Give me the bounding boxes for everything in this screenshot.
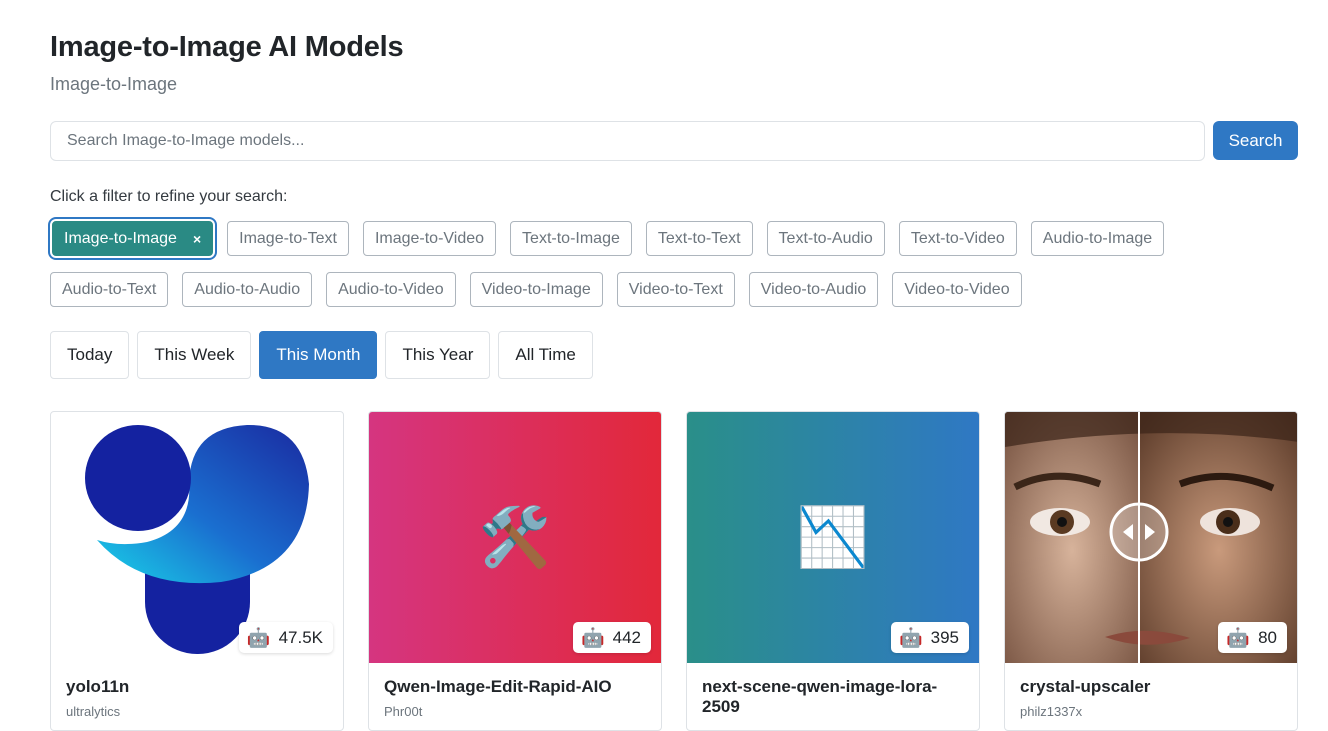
search-button[interactable]: Search xyxy=(1213,121,1298,160)
filter-chip-label: Image-to-Image xyxy=(64,229,177,247)
filter-chip[interactable]: Audio-to-Image xyxy=(1030,221,1165,256)
usage-count: 80 xyxy=(1258,627,1277,647)
filter-chip[interactable]: Text-to-Video xyxy=(898,221,1017,256)
time-filter-group: Today This Week This Month This Year All… xyxy=(50,331,593,379)
time-filter-this-month[interactable]: This Month xyxy=(259,331,378,379)
filter-chip[interactable]: Text-to-Image xyxy=(510,221,632,256)
filter-chip[interactable]: Video-to-Text xyxy=(616,272,735,307)
filter-chip[interactable]: Video-to-Video xyxy=(892,272,1022,307)
page-subtitle: Image-to-Image xyxy=(50,74,178,94)
model-card[interactable]: 📉 🤖 395 next-scene-qwen-image-lora-2509 xyxy=(686,411,980,731)
filter-row-2: Audio-to-Text Audio-to-Audio Audio-to-Vi… xyxy=(50,272,1022,307)
time-filter-all-time[interactable]: All Time xyxy=(498,331,593,379)
time-filter-this-week[interactable]: This Week xyxy=(137,331,252,379)
model-title[interactable]: crystal-upscaler xyxy=(1020,677,1282,697)
usage-count: 395 xyxy=(930,627,959,647)
model-thumbnail: 📉 🤖 395 xyxy=(687,412,979,663)
model-thumbnail: 🤖 47.5K xyxy=(51,412,343,663)
model-card[interactable]: 🤖 47.5K yolo11n ultralytics xyxy=(50,411,344,731)
filter-chip[interactable]: Text-to-Audio xyxy=(766,221,885,256)
filter-row-1: Image-to-Image × Image-to-Text Image-to-… xyxy=(50,221,1165,256)
model-card[interactable]: 🛠️ 🤖 442 Qwen-Image-Edit-Rapid-AIO Phr00… xyxy=(368,411,662,731)
usage-badge: 🤖 80 xyxy=(1218,622,1287,653)
filter-chip[interactable]: Image-to-Text xyxy=(227,221,349,256)
filter-chip[interactable]: Image-to-Video xyxy=(362,221,497,256)
model-title[interactable]: next-scene-qwen-image-lora-2509 xyxy=(702,677,964,717)
filter-chip[interactable]: Audio-to-Audio xyxy=(182,272,313,307)
model-title[interactable]: yolo11n xyxy=(66,677,328,697)
model-thumbnail: 🤖 80 xyxy=(1005,412,1297,663)
search-input[interactable] xyxy=(50,121,1205,161)
model-card-grid: 🤖 47.5K yolo11n ultralytics 🛠️ 🤖 442 Qwe… xyxy=(50,411,1298,731)
model-author[interactable]: ultralytics xyxy=(66,704,120,719)
usage-badge: 🤖 47.5K xyxy=(238,622,333,653)
model-thumbnail: 🛠️ 🤖 442 xyxy=(369,412,661,663)
usage-count: 442 xyxy=(612,627,641,647)
robot-icon: 🤖 xyxy=(898,627,923,649)
page-title: Image-to-Image AI Models xyxy=(50,31,404,63)
filter-chip-active[interactable]: Image-to-Image × xyxy=(52,221,214,256)
usage-count: 47.5K xyxy=(278,627,323,647)
model-author[interactable]: philz1337x xyxy=(1020,704,1082,719)
filter-chip[interactable]: Audio-to-Text xyxy=(50,272,169,307)
robot-icon: 🤖 xyxy=(1226,627,1251,649)
robot-icon: 🤖 xyxy=(580,627,605,649)
close-icon[interactable]: × xyxy=(193,231,201,247)
search-bar: Search xyxy=(50,121,1298,161)
filter-chip[interactable]: Video-to-Image xyxy=(469,272,603,307)
usage-badge: 🤖 442 xyxy=(572,622,651,653)
model-title[interactable]: Qwen-Image-Edit-Rapid-AIO xyxy=(384,677,646,697)
time-filter-today[interactable]: Today xyxy=(50,331,130,379)
hammer-and-wrench-icon: 🛠️ xyxy=(478,504,552,570)
filter-chip[interactable]: Text-to-Text xyxy=(645,221,753,256)
model-author[interactable]: Phr00t xyxy=(384,704,422,719)
filter-hint: Click a filter to refine your search: xyxy=(50,188,288,205)
model-card[interactable]: 🤖 80 crystal-upscaler philz1337x xyxy=(1004,411,1298,731)
robot-icon: 🤖 xyxy=(246,627,271,649)
filter-chip[interactable]: Audio-to-Video xyxy=(326,272,456,307)
filter-chip[interactable]: Video-to-Audio xyxy=(748,272,879,307)
usage-badge: 🤖 395 xyxy=(890,622,969,653)
time-filter-this-year[interactable]: This Year xyxy=(385,331,491,379)
chart-decreasing-icon: 📉 xyxy=(796,504,870,570)
